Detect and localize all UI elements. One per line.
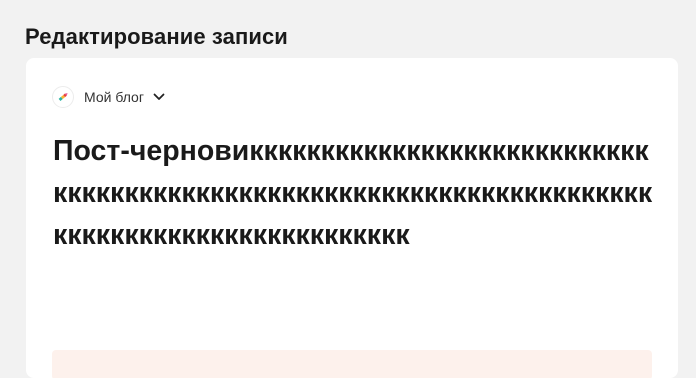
pencil-logo-icon: [52, 86, 74, 108]
blog-name-label: Мой блог: [84, 89, 144, 105]
post-title-input[interactable]: Пост-черновикккккккккккккккккккккккккккк…: [53, 130, 653, 256]
editor-hint-bar: [52, 350, 652, 378]
page-title: Редактирование записи: [25, 23, 288, 49]
post-editor-card: Мой блог Пост-черновиккккккккккккккккккк…: [26, 58, 678, 378]
blog-selector-dropdown[interactable]: Мой блог: [52, 86, 166, 108]
chevron-down-icon[interactable]: [152, 90, 166, 104]
